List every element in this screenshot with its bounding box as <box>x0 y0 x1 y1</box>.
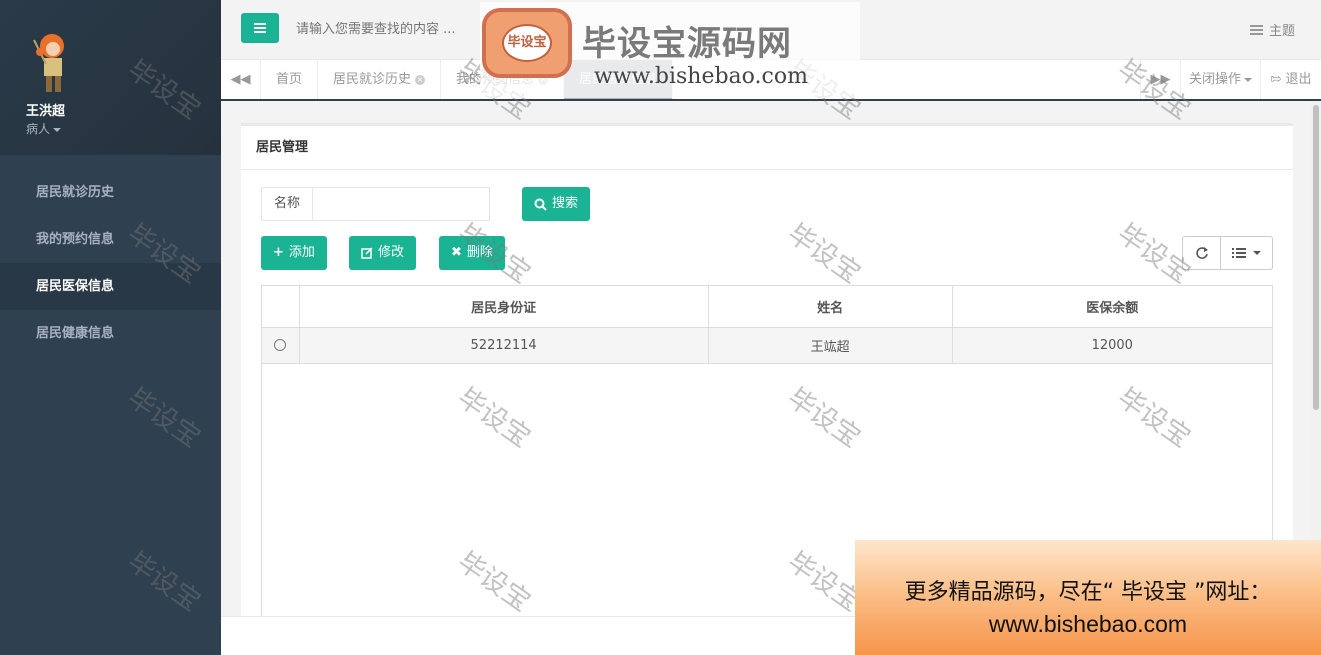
profile-panel: 王洪超 病人 <box>0 0 221 155</box>
name-filter-input[interactable] <box>312 187 491 221</box>
edit-button[interactable]: 修改 <box>349 236 417 270</box>
user-role-label: 病人 <box>26 122 51 136</box>
close-icon[interactable]: × <box>538 74 549 85</box>
delete-button[interactable]: ✖ 删除 <box>439 236 505 270</box>
edit-button-label: 修改 <box>378 245 405 260</box>
plus-icon: + <box>273 245 284 260</box>
logout-label: 退出 <box>1285 72 1312 87</box>
search-button-label: 搜索 <box>552 196 579 211</box>
caret-down-icon <box>53 127 62 132</box>
column-header[interactable]: 医保余额 <box>952 286 1272 328</box>
sidebar-item-health[interactable]: 居民健康信息 <box>0 310 221 357</box>
refresh-icon <box>1195 247 1208 259</box>
user-name: 王洪超 <box>26 104 66 119</box>
row-select-cell <box>262 327 300 364</box>
close-icon[interactable]: × <box>415 74 426 85</box>
sidebar-item-visit-history[interactable]: 居民就诊历史 <box>0 169 221 216</box>
close-ops-label: 关闭操作 <box>1188 72 1241 87</box>
search-icon <box>534 198 547 211</box>
tab-label: 首页 <box>276 72 303 87</box>
name-filter-label: 名称 <box>261 187 313 221</box>
tab-label: 我的预约信息 <box>456 72 535 87</box>
columns-toggle-button[interactable] <box>1221 236 1273 270</box>
theme-icon <box>1249 24 1263 35</box>
sidebar-item-label: 居民医保信息 <box>36 279 115 294</box>
table-row[interactable]: 52212114 王竑超 12000 <box>262 327 1272 364</box>
backward-icon: ◀◀ <box>230 72 251 87</box>
delete-button-label: 删除 <box>466 245 493 260</box>
column-header[interactable]: 姓名 <box>708 286 953 328</box>
tab-visit-history[interactable]: 居民就诊历史 × <box>318 60 442 99</box>
promo-url: www.bishebao.com <box>988 611 1188 637</box>
theme-button[interactable]: 主题 <box>1249 20 1295 39</box>
id-card-cell: 52212114 <box>299 327 709 364</box>
tab-label: 居民就诊历史 <box>333 72 412 87</box>
remove-icon: ✖ <box>451 245 462 260</box>
name-cell: 王竑超 <box>708 327 953 364</box>
refresh-button[interactable] <box>1182 236 1221 270</box>
caret-down-icon <box>1244 77 1252 82</box>
sidebar-item-label: 居民就诊历史 <box>36 185 115 200</box>
promo-text: 更多精品源码，尽在“ 毕设宝 ”网址： <box>904 580 1272 605</box>
tabs-bar: ◀◀ 首页 居民就诊历史 × 我的预约信息 × 居民医保信息 ▶▶ 关闭操作 ⇰ 退… <box>221 60 1321 101</box>
top-navbar: 主题 <box>221 0 1321 60</box>
add-button-label: 添加 <box>288 245 315 260</box>
table-header-row: 居民身份证 姓名 医保余额 <box>262 286 1272 328</box>
avatar <box>33 34 64 92</box>
tab-label: 居民医保信息 <box>579 72 658 87</box>
column-header[interactable]: 居民身份证 <box>299 286 709 328</box>
select-column-header <box>262 286 300 328</box>
forward-icon: ▶▶ <box>1150 72 1171 87</box>
page-tabs: 首页 居民就诊历史 × 我的预约信息 × 居民医保信息 <box>261 60 674 99</box>
edit-icon <box>361 247 373 259</box>
promo-banner: 更多精品源码，尽在“ 毕设宝 ”网址： www.bishebao.com <box>855 540 1321 655</box>
search-button[interactable]: 搜索 <box>522 187 591 221</box>
name-filter: 名称 <box>261 187 491 221</box>
sidebar-item-insurance[interactable]: 居民医保信息 <box>0 263 221 310</box>
global-search-input[interactable] <box>296 18 516 40</box>
close-operations-dropdown[interactable]: 关闭操作 <box>1180 60 1260 99</box>
menu-toggle-button[interactable] <box>241 13 279 43</box>
tab-insurance[interactable]: 居民医保信息 <box>564 60 674 99</box>
caret-down-icon <box>1253 251 1261 255</box>
logout-button[interactable]: ⇰ 退出 <box>1260 60 1321 99</box>
logout-icon: ⇰ <box>1270 72 1282 87</box>
sidebar-menu: 居民就诊历史 我的预约信息 居民医保信息 居民健康信息 <box>0 169 221 357</box>
scrollbar-thumb[interactable] <box>1313 105 1319 410</box>
list-icon <box>1232 248 1246 258</box>
tab-appointments[interactable]: 我的预约信息 × <box>441 60 565 99</box>
tab-scroll-left-button[interactable]: ◀◀ <box>221 60 261 99</box>
sidebar-item-label: 我的预约信息 <box>36 232 115 247</box>
balance-cell: 12000 <box>952 327 1272 364</box>
add-button[interactable]: + 添加 <box>261 236 327 270</box>
sidebar-item-label: 居民健康信息 <box>36 326 115 341</box>
tab-home[interactable]: 首页 <box>261 60 319 99</box>
tab-scroll-right-button[interactable]: ▶▶ <box>1140 60 1180 99</box>
hamburger-icon <box>254 23 266 33</box>
sidebar-item-appointments[interactable]: 我的预约信息 <box>0 216 221 263</box>
user-role-dropdown[interactable]: 病人 <box>26 120 62 137</box>
sidebar: 王洪超 病人 居民就诊历史 我的预约信息 居民医保信息 居民健康信息 <box>0 0 221 655</box>
row-radio[interactable] <box>274 339 287 351</box>
panel-title: 居民管理 <box>241 126 1293 170</box>
theme-label: 主题 <box>1268 24 1295 39</box>
table-toolbar <box>1182 236 1273 270</box>
